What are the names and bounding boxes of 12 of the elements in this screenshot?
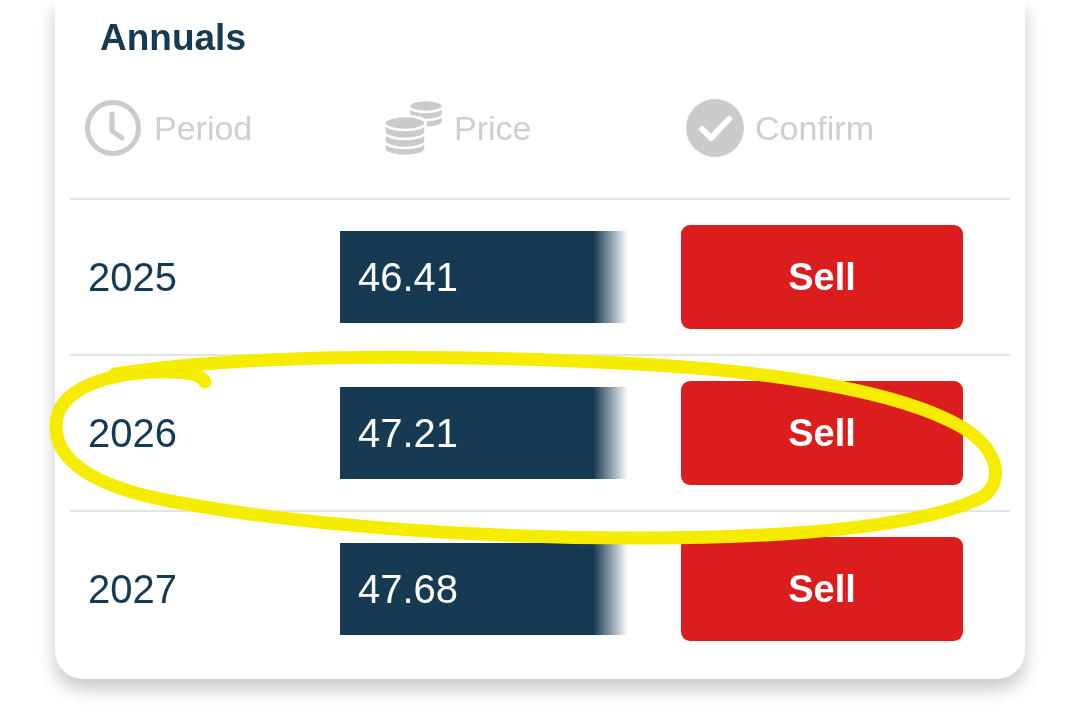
price-cell: 47.21 xyxy=(340,387,628,479)
year-text: 2025 xyxy=(87,254,178,301)
sell-button[interactable]: Sell xyxy=(681,537,963,641)
clock-icon xyxy=(85,100,141,156)
sell-button[interactable]: Sell xyxy=(681,381,963,485)
card-title: Annuals xyxy=(100,16,246,60)
price-cell: 46.41 xyxy=(340,231,628,323)
year-text: 2026 xyxy=(87,410,178,457)
price-cell: 47.68 xyxy=(340,543,628,635)
sell-button[interactable]: Sell xyxy=(681,225,963,329)
year-text: 2027 xyxy=(87,566,178,613)
check-circle-icon xyxy=(686,99,744,157)
